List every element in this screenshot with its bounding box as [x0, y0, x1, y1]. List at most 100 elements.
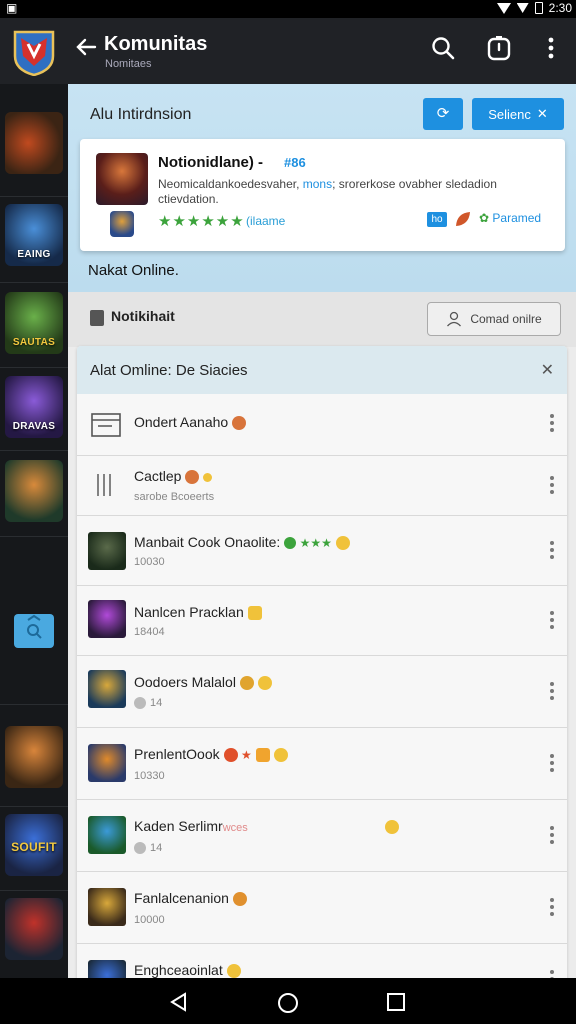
sidebar-game-label: EAING	[17, 249, 51, 260]
app-logo-icon[interactable]	[11, 26, 57, 76]
battery-icon	[534, 2, 543, 14]
sidebar-game-7[interactable]: SOUFIT	[5, 814, 63, 876]
list-item[interactable]: Enghceaoinlat	[77, 944, 567, 978]
games-list-panel: Alat Omline: De Siacies ✕ Ondert Aanaho	[77, 346, 567, 978]
contact-button[interactable]: Comad onilre	[427, 302, 561, 336]
sidebar-game-8[interactable]	[5, 898, 63, 960]
overflow-menu-icon[interactable]	[549, 970, 555, 978]
list-item-title-text: Ondert Aanaho	[134, 414, 229, 430]
nav-recents-icon[interactable]	[385, 991, 407, 1013]
list-header: Alat Omline: De Siacies ✕	[77, 346, 567, 394]
list-item-title: Cactlep	[134, 468, 213, 485]
sidebar-game-label: SAUTAS	[12, 337, 56, 348]
params-link[interactable]: ✿ Paramed	[479, 211, 541, 225]
hero-title: Alu Intirdnsion	[90, 106, 192, 123]
overflow-menu-icon[interactable]	[549, 682, 555, 702]
game-thumbnail	[88, 888, 126, 926]
nav-back-icon[interactable]	[168, 991, 190, 1013]
leaf-icon	[456, 212, 470, 226]
list-item[interactable]: Ondert Aanaho	[77, 394, 567, 456]
featured-game-badge	[110, 211, 134, 237]
overflow-menu-icon[interactable]	[549, 754, 555, 774]
overflow-menu-icon[interactable]	[549, 541, 555, 561]
overflow-menu-icon[interactable]	[549, 476, 555, 496]
main-content: Alu Intirdnsion ⟳ Selienc ✕ Notionidlane…	[68, 84, 576, 978]
list-item[interactable]: Oodoers Malalol 14	[77, 656, 567, 728]
timer-icon[interactable]	[485, 34, 513, 62]
overflow-menu-icon[interactable]	[549, 414, 555, 434]
sidebar-game-1[interactable]	[5, 112, 63, 174]
trophy-icon	[247, 606, 262, 621]
refresh-button[interactable]: ⟳	[423, 98, 463, 130]
overflow-menu-icon[interactable]	[549, 826, 555, 846]
list-item-title-text: Cactlep	[134, 468, 182, 484]
notification-row: Notikihait Comad onilre	[68, 292, 576, 347]
featured-description: Neomicaldankoedesvaher, mons; srorerkose…	[158, 177, 553, 207]
trophy-icon	[255, 748, 270, 763]
sidebar-game-2[interactable]: EAING	[5, 204, 63, 266]
bracket-icon	[97, 474, 111, 496]
status-bar: ▣ 2:30	[0, 0, 576, 18]
coin-icon	[273, 748, 288, 763]
search-icon	[27, 614, 42, 639]
close-icon[interactable]: ✕	[541, 360, 554, 380]
list-item-title: Nanlcen Pracklan	[134, 604, 262, 621]
sidebar-game-label: DRAVAS	[12, 421, 56, 432]
overflow-menu-icon[interactable]	[549, 611, 555, 631]
list-item[interactable]: Nanlcen Pracklan 18404	[77, 586, 567, 656]
sidebar-game-5[interactable]	[5, 460, 63, 522]
sidebar-game-4[interactable]: DRAVAS	[5, 376, 63, 438]
search-icon[interactable]	[429, 34, 457, 62]
more-options-icon[interactable]	[537, 34, 565, 62]
online-status: Nakat Online.	[88, 262, 179, 279]
sidebar-search-button[interactable]	[14, 614, 54, 648]
game-thumbnail	[88, 670, 126, 708]
signal-icon	[496, 2, 511, 14]
coin-icon	[203, 472, 213, 482]
sparkle-icon: ✿	[479, 211, 493, 225]
list-item[interactable]: Fanlalcenanion 10000	[77, 872, 567, 944]
coin-icon	[385, 820, 399, 834]
system-nav-bar	[0, 978, 576, 1024]
sidebar-game-3[interactable]: SAUTAS	[5, 292, 63, 354]
list-item-subtitle: 10030	[134, 556, 165, 568]
list-item-subtitle: 14	[134, 842, 162, 855]
list-item-title-text: Manbait Cook Onaolite:	[134, 534, 281, 550]
back-arrow-icon[interactable]	[73, 34, 99, 60]
folder-icon	[91, 413, 121, 437]
sidebar-game-6[interactable]	[5, 726, 63, 788]
coin-icon	[257, 676, 272, 691]
list-item[interactable]: PrenlentOook ★ 10330	[77, 728, 567, 800]
notification-label: Notikihait	[111, 308, 175, 324]
game-thumbnail	[88, 816, 126, 854]
featured-desc-text: Neomicaldankoedesvaher,	[158, 177, 303, 191]
list-item-title: Fanlalcenanion	[134, 890, 247, 907]
notification-icon: ▣	[6, 1, 18, 15]
badge-icon	[185, 470, 200, 485]
overflow-menu-icon[interactable]	[549, 898, 555, 918]
game-thumbnail	[88, 744, 126, 782]
status-time: 2:30	[548, 1, 572, 15]
game-thumbnail	[88, 960, 126, 978]
notification-icon	[90, 310, 104, 326]
list-item-title: PrenlentOook ★	[134, 746, 288, 763]
featured-card[interactable]: Notionidlane) - #86 Neomicaldankoedesvah…	[80, 139, 565, 251]
list-item[interactable]: Cactlep sarobe Bcoeerts	[77, 456, 567, 516]
chip-badge: ho	[427, 212, 447, 227]
refresh-icon: ⟳	[436, 105, 450, 122]
list-item[interactable]: Manbait Cook Onaolite: ★★★ 10030	[77, 516, 567, 586]
list-item-title-text: Oodoers Malalol	[134, 674, 236, 690]
select-button[interactable]: Selienc ✕	[472, 98, 564, 130]
user-icon	[447, 311, 462, 327]
page-subtitle: Nomitaes	[105, 58, 152, 70]
list-item-title: Ondert Aanaho	[134, 414, 247, 431]
list-item-title-text: Kaden Serlimr	[134, 818, 223, 834]
list-item-count: 14	[150, 697, 163, 709]
list-item-title: Oodoers Malalol	[134, 674, 272, 691]
list-item-title-text: PrenlentOook	[134, 746, 220, 762]
game-thumbnail	[88, 600, 126, 638]
list-item[interactable]: Kaden Serlimrwces 14	[77, 800, 567, 872]
featured-desc-highlight[interactable]: mons	[303, 177, 332, 191]
nav-home-icon[interactable]	[276, 991, 300, 1015]
list-item-title: Kaden Serlimrwces	[134, 818, 248, 834]
